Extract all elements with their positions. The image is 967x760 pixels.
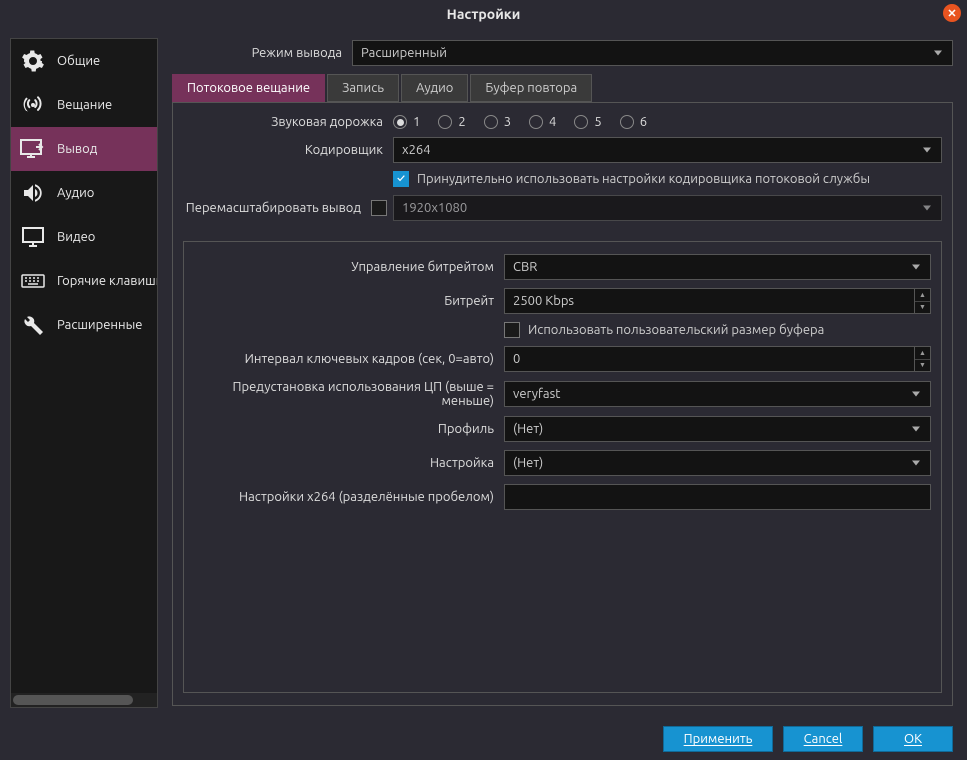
sidebar-label: Вещание [57,98,112,112]
keyframe-down[interactable]: ▼ [915,360,930,372]
encoder-settings-panel: Управление битрейтом CBR Битрейт 2500 Kb… [183,241,942,693]
broadcast-icon [19,93,47,117]
ok-button[interactable]: OK [873,726,953,752]
tools-icon [19,313,47,337]
sidebar-label: Расширенные [57,318,142,332]
sidebar: Общие Вещание Вывод Аудио Видео Горячие … [10,38,158,708]
keyframe-up[interactable]: ▲ [915,347,930,360]
speaker-icon [19,181,47,205]
sidebar-item-advanced[interactable]: Расширенные [11,303,157,347]
keyboard-icon [19,269,47,293]
audio-track-radio-1[interactable]: 1 [393,115,420,129]
tabs: Потоковое вещание Запись Аудио Буфер пов… [172,74,953,102]
x264opts-label: Настройки x264 (разделённые пробелом) [194,490,504,504]
sidebar-label: Видео [57,230,95,244]
x264opts-input[interactable] [504,484,931,510]
encoder-select[interactable]: x264 [393,137,942,163]
sidebar-label: Горячие клавиши [57,274,157,288]
gear-icon [19,49,47,73]
keyframe-input[interactable]: 0 [504,346,915,372]
output-mode-label: Режим вывода [172,46,352,60]
audio-track-radio-5[interactable]: 5 [574,115,601,129]
rate-control-select[interactable]: CBR [504,254,931,280]
content-area: Режим вывода Расширенный Потоковое вещан… [158,28,967,718]
sidebar-item-general[interactable]: Общие [11,39,157,83]
sidebar-label: Аудио [57,186,94,200]
tune-label: Настройка [194,456,504,470]
audio-track-radio-2[interactable]: 2 [438,115,465,129]
audio-track-radio-3[interactable]: 3 [484,115,511,129]
sidebar-label: Общие [57,54,100,68]
cpu-preset-select[interactable]: veryfast [504,381,931,407]
window-title: Настройки [447,6,521,22]
custom-buffer-label: Использовать пользовательский размер буф… [528,323,824,337]
bitrate-up[interactable]: ▲ [915,289,930,302]
profile-select[interactable]: (Нет) [504,416,931,442]
tab-streaming[interactable]: Потоковое вещание [172,74,325,102]
audio-track-radio-4[interactable]: 4 [529,115,556,129]
streaming-panel: Звуковая дорожка 1 2 3 4 5 6 Кодировщик … [172,102,953,706]
audio-track-radio-6[interactable]: 6 [620,115,647,129]
rate-control-label: Управление битрейтом [194,260,504,274]
close-button[interactable]: ✕ [943,4,961,22]
enforce-encoder-checkbox[interactable] [393,171,409,187]
tab-audio[interactable]: Аудио [401,74,468,102]
sidebar-item-stream[interactable]: Вещание [11,83,157,127]
rescale-select[interactable]: 1920x1080 [393,195,942,221]
footer: Применить Cancel OK [0,718,967,760]
bitrate-label: Битрейт [194,294,504,308]
keyframe-label: Интервал ключевых кадров (сек, 0=авто) [194,352,504,366]
output-mode-select[interactable]: Расширенный [352,40,953,66]
tab-replay-buffer[interactable]: Буфер повтора [470,74,592,102]
sidebar-item-hotkeys[interactable]: Горячие клавиши [11,259,157,303]
output-icon [19,137,47,161]
scrollbar-thumb[interactable] [13,695,133,705]
sidebar-item-audio[interactable]: Аудио [11,171,157,215]
apply-button[interactable]: Применить [663,726,773,752]
monitor-icon [19,225,47,249]
enforce-encoder-label: Принудительно использовать настройки код… [417,172,870,186]
rescale-label: Перемасштабировать вывод [183,201,371,215]
cancel-button[interactable]: Cancel [783,726,863,752]
titlebar: Настройки ✕ [0,0,967,28]
profile-label: Профиль [194,422,504,436]
sidebar-label: Вывод [57,142,97,156]
sidebar-item-video[interactable]: Видео [11,215,157,259]
sidebar-scrollbar[interactable] [11,693,157,707]
bitrate-input[interactable]: 2500 Kbps [504,288,915,314]
sidebar-item-output[interactable]: Вывод [11,127,157,171]
tab-recording[interactable]: Запись [327,74,399,102]
encoder-label: Кодировщик [183,143,393,157]
cpu-preset-label: Предустановка использования ЦП (выше = м… [194,380,504,408]
custom-buffer-checkbox[interactable] [504,322,520,338]
tune-select[interactable]: (Нет) [504,450,931,476]
audio-track-label: Звуковая дорожка [183,115,393,129]
rescale-checkbox[interactable] [371,200,387,216]
bitrate-down[interactable]: ▼ [915,302,930,314]
